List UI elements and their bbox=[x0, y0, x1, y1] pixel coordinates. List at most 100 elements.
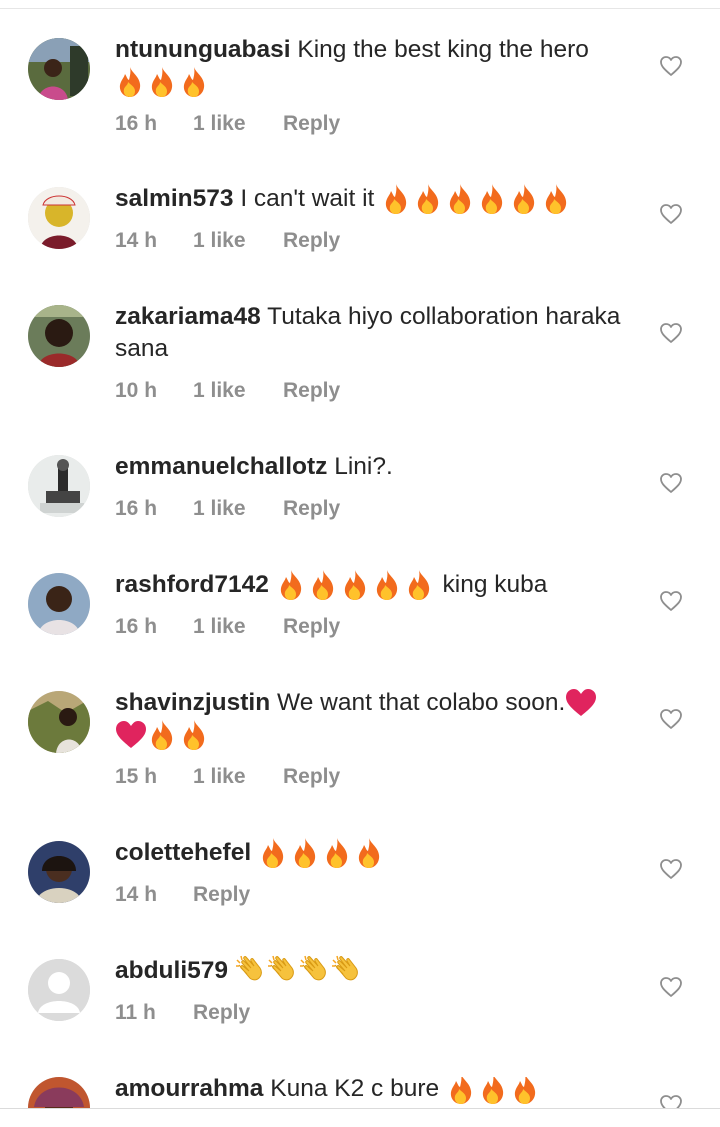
reply-button[interactable]: Reply bbox=[283, 764, 340, 790]
fire-emoji bbox=[509, 183, 539, 215]
comment-username[interactable]: ntununguabasi bbox=[115, 36, 291, 63]
comment-text: Lini?. bbox=[334, 453, 393, 480]
comment-meta: 16 h 1 like Reply bbox=[115, 111, 340, 137]
fire-emoji bbox=[541, 183, 571, 215]
avatar[interactable] bbox=[28, 691, 90, 753]
comment-likes[interactable]: 1 like bbox=[193, 496, 283, 522]
clapping-hands-emoji bbox=[235, 955, 265, 987]
comment-text: king kuba bbox=[442, 571, 548, 598]
fire-emoji bbox=[308, 569, 338, 601]
top-divider bbox=[0, 8, 720, 9]
comment-time: 14 h bbox=[115, 229, 158, 252]
heart-outline-icon[interactable] bbox=[659, 322, 683, 344]
fire-emoji bbox=[510, 1077, 540, 1105]
comment-username[interactable]: amourrahma bbox=[115, 1077, 263, 1102]
comment-body: shavinzjustin We want that colabo soon. bbox=[115, 687, 640, 751]
fire-emoji bbox=[404, 569, 434, 601]
comment-username[interactable]: salmin573 bbox=[115, 185, 234, 212]
comment-likes[interactable]: 1 like bbox=[193, 378, 283, 404]
comment-text: I can't wait it bbox=[240, 185, 375, 212]
red-heart-emoji bbox=[115, 719, 147, 751]
comment-username[interactable]: emmanuelchallotz bbox=[115, 453, 327, 480]
heart-outline-icon[interactable] bbox=[659, 472, 683, 494]
avatar[interactable] bbox=[28, 187, 90, 249]
comment-time: 15 h bbox=[115, 765, 158, 788]
heart-outline-icon[interactable] bbox=[659, 55, 683, 77]
comment-time: 16 h bbox=[115, 497, 158, 520]
fire-emoji bbox=[322, 837, 352, 869]
avatar[interactable] bbox=[28, 959, 90, 1021]
comment-username[interactable]: zakariama48 bbox=[115, 303, 261, 330]
clapping-hands-emoji bbox=[299, 955, 329, 987]
comment-body: salmin573 I can't wait it bbox=[115, 183, 640, 215]
comment-meta: 15 h 1 like Reply bbox=[115, 764, 340, 790]
fire-emoji bbox=[445, 183, 475, 215]
comment-text: King the best king the hero bbox=[297, 36, 589, 63]
comment-body: colettehefel bbox=[115, 837, 640, 869]
fire-emoji bbox=[115, 66, 145, 98]
comment-time: 11 h bbox=[115, 1001, 156, 1024]
comment-meta: 14 h 1 like Reply bbox=[115, 228, 340, 254]
comment-time: 10 h bbox=[115, 379, 158, 402]
avatar[interactable] bbox=[28, 455, 90, 517]
comment-item: amourrahma Kuna K2 c bure bbox=[0, 1077, 720, 1108]
comment-likes[interactable]: 1 like bbox=[193, 111, 283, 137]
fire-emoji bbox=[179, 66, 209, 98]
comment-username[interactable]: abduli579 bbox=[115, 957, 228, 984]
fire-emoji bbox=[381, 183, 411, 215]
comment-body: ntununguabasi King the best king the her… bbox=[115, 34, 640, 98]
fire-emoji bbox=[372, 569, 402, 601]
fire-emoji bbox=[258, 837, 288, 869]
comment-username[interactable]: shavinzjustin bbox=[115, 689, 270, 716]
heart-outline-icon[interactable] bbox=[659, 1094, 683, 1108]
avatar[interactable] bbox=[28, 573, 90, 635]
comment-body: zakariama48 Tutaka hiyo collaboration ha… bbox=[115, 301, 640, 365]
reply-button[interactable]: Reply bbox=[283, 228, 340, 254]
heart-outline-icon[interactable] bbox=[659, 858, 683, 880]
reply-button[interactable]: Reply bbox=[283, 614, 340, 640]
fire-emoji bbox=[478, 1077, 508, 1105]
fire-emoji bbox=[147, 719, 177, 751]
comment-time: 16 h bbox=[115, 615, 158, 638]
red-heart-emoji bbox=[565, 687, 597, 719]
reply-button[interactable]: Reply bbox=[283, 496, 340, 522]
fire-emoji bbox=[179, 719, 209, 751]
reply-button[interactable]: Reply bbox=[283, 378, 340, 404]
avatar[interactable] bbox=[28, 305, 90, 367]
fire-emoji bbox=[354, 837, 384, 869]
comment-text: We want that colabo soon. bbox=[277, 689, 566, 716]
clapping-hands-emoji bbox=[331, 955, 361, 987]
bottom-divider bbox=[0, 1108, 720, 1109]
comment-time: 14 h bbox=[115, 883, 158, 906]
comment-text: Kuna K2 c bure bbox=[270, 1077, 440, 1102]
fire-emoji bbox=[340, 569, 370, 601]
heart-outline-icon[interactable] bbox=[659, 708, 683, 730]
fire-emoji bbox=[446, 1077, 476, 1105]
heart-outline-icon[interactable] bbox=[659, 976, 683, 998]
avatar[interactable] bbox=[28, 841, 90, 903]
comment-likes[interactable]: 1 like bbox=[193, 614, 283, 640]
heart-outline-icon[interactable] bbox=[659, 590, 683, 612]
fire-emoji bbox=[276, 569, 306, 601]
avatar[interactable] bbox=[28, 38, 90, 100]
comment-username[interactable]: rashford7142 bbox=[115, 571, 269, 598]
reply-button[interactable]: Reply bbox=[193, 882, 250, 908]
comment-body: emmanuelchallotz Lini?. bbox=[115, 451, 640, 483]
comment-meta: 10 h 1 like Reply bbox=[115, 378, 340, 404]
fire-emoji bbox=[147, 66, 177, 98]
comment-likes[interactable]: 1 like bbox=[193, 228, 283, 254]
comment-username[interactable]: colettehefel bbox=[115, 839, 251, 866]
comment-body: amourrahma Kuna K2 c bure bbox=[115, 1077, 640, 1105]
fire-emoji bbox=[413, 183, 443, 215]
comment-likes[interactable]: 1 like bbox=[193, 764, 283, 790]
reply-button[interactable]: Reply bbox=[193, 1000, 250, 1026]
comment-meta: 11 h Reply bbox=[115, 1000, 250, 1026]
reply-button[interactable]: Reply bbox=[283, 111, 340, 137]
comment-body: abduli579 bbox=[115, 955, 640, 987]
comment-meta: 14 h Reply bbox=[115, 882, 250, 908]
comment-time: 16 h bbox=[115, 112, 158, 135]
comment-meta: 16 h 1 like Reply bbox=[115, 496, 340, 522]
heart-outline-icon[interactable] bbox=[659, 203, 683, 225]
fire-emoji bbox=[477, 183, 507, 215]
avatar[interactable] bbox=[28, 1077, 90, 1108]
